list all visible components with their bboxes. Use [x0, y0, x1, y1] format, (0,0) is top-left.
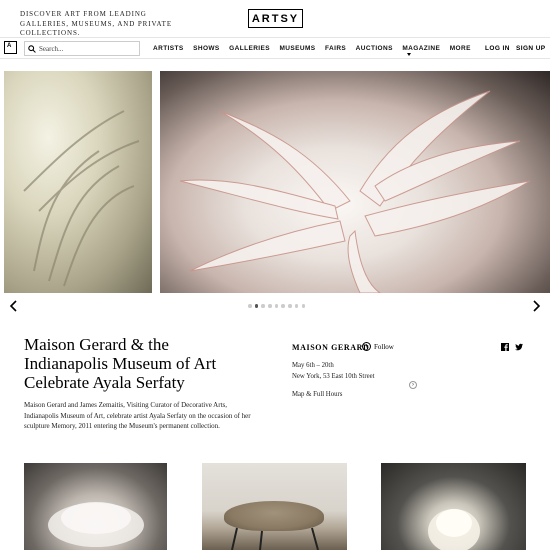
- carousel-dot[interactable]: [301, 304, 305, 308]
- artwork-thumbnail[interactable]: [202, 463, 347, 550]
- more-caret-icon: [407, 53, 411, 56]
- nav-shows[interactable]: SHOWS: [193, 45, 220, 52]
- artsy-logo[interactable]: ARTSY: [248, 9, 303, 28]
- main-nav: A ARTISTS SHOWS GALLERIES MUSEUMS FAIRS …: [0, 37, 550, 59]
- carousel-dot[interactable]: [281, 304, 285, 308]
- carousel-dot[interactable]: [288, 304, 292, 308]
- login-link[interactable]: LOG IN: [485, 45, 510, 52]
- plus-icon: +: [362, 342, 371, 351]
- tagline: DISCOVER ART FROM LEADING GALLERIES, MUS…: [20, 10, 173, 37]
- nav-artists[interactable]: ARTISTS: [153, 45, 184, 52]
- search-icon: [28, 44, 36, 53]
- nav-galleries[interactable]: GALLERIES: [229, 45, 270, 52]
- partner-name[interactable]: MAISON GERARD: [292, 343, 369, 352]
- carousel-dots: [248, 304, 305, 308]
- artwork-image: [48, 502, 144, 547]
- hero-carousel: [0, 71, 550, 293]
- signup-link[interactable]: SIGN UP: [516, 45, 546, 52]
- carousel-image-previous[interactable]: [4, 71, 152, 293]
- nav-museums[interactable]: MUSEUMS: [279, 45, 315, 52]
- top-bar: DISCOVER ART FROM LEADING GALLERIES, MUS…: [0, 0, 550, 37]
- follow-button[interactable]: + Follow: [362, 342, 394, 351]
- search-input[interactable]: [39, 44, 139, 53]
- show-description: Maison Gerard and James Zemaitis, Visiti…: [24, 401, 251, 430]
- sculpture-detail-image: [23, 110, 140, 287]
- carousel-image-current[interactable]: [160, 71, 550, 293]
- show-dates: May 6th – 20th: [292, 362, 334, 369]
- nav-links: ARTISTS SHOWS GALLERIES MUSEUMS FAIRS AU…: [153, 45, 480, 52]
- show-title[interactable]: Maison Gerard & the Indianapolis Museum …: [24, 335, 249, 392]
- ayala-serfaty-sculpture-image: [179, 90, 531, 293]
- location-chevron-icon[interactable]: ›: [409, 381, 417, 389]
- carousel-dot[interactable]: [294, 304, 299, 308]
- carousel-dot[interactable]: [274, 304, 279, 308]
- artwork-thumbnail[interactable]: [24, 463, 167, 550]
- carousel-dot[interactable]: [268, 304, 272, 308]
- nav-magazine[interactable]: MAGAZINE: [402, 45, 440, 52]
- carousel-dot[interactable]: [254, 304, 259, 308]
- artsy-square-logo[interactable]: A: [4, 41, 17, 54]
- carousel-dot[interactable]: [248, 304, 252, 308]
- follow-label: Follow: [374, 342, 394, 351]
- carousel-dot[interactable]: [261, 304, 265, 308]
- chair-legs: [231, 527, 319, 550]
- chevron-right-icon[interactable]: [529, 299, 543, 313]
- artwork-thumbnail[interactable]: [381, 463, 526, 553]
- search-box[interactable]: [24, 41, 140, 56]
- nav-more[interactable]: MORE: [450, 45, 471, 52]
- nav-fairs[interactable]: FAIRS: [325, 45, 346, 52]
- twitter-icon[interactable]: [515, 343, 523, 351]
- map-link[interactable]: Map & Full Hours: [292, 391, 342, 398]
- facebook-icon[interactable]: [501, 343, 509, 351]
- nav-auctions[interactable]: AUCTIONS: [356, 45, 393, 52]
- chevron-left-icon[interactable]: [7, 299, 21, 313]
- artwork-image: [428, 509, 480, 553]
- show-location: New York, 53 East 10th Street: [292, 373, 375, 380]
